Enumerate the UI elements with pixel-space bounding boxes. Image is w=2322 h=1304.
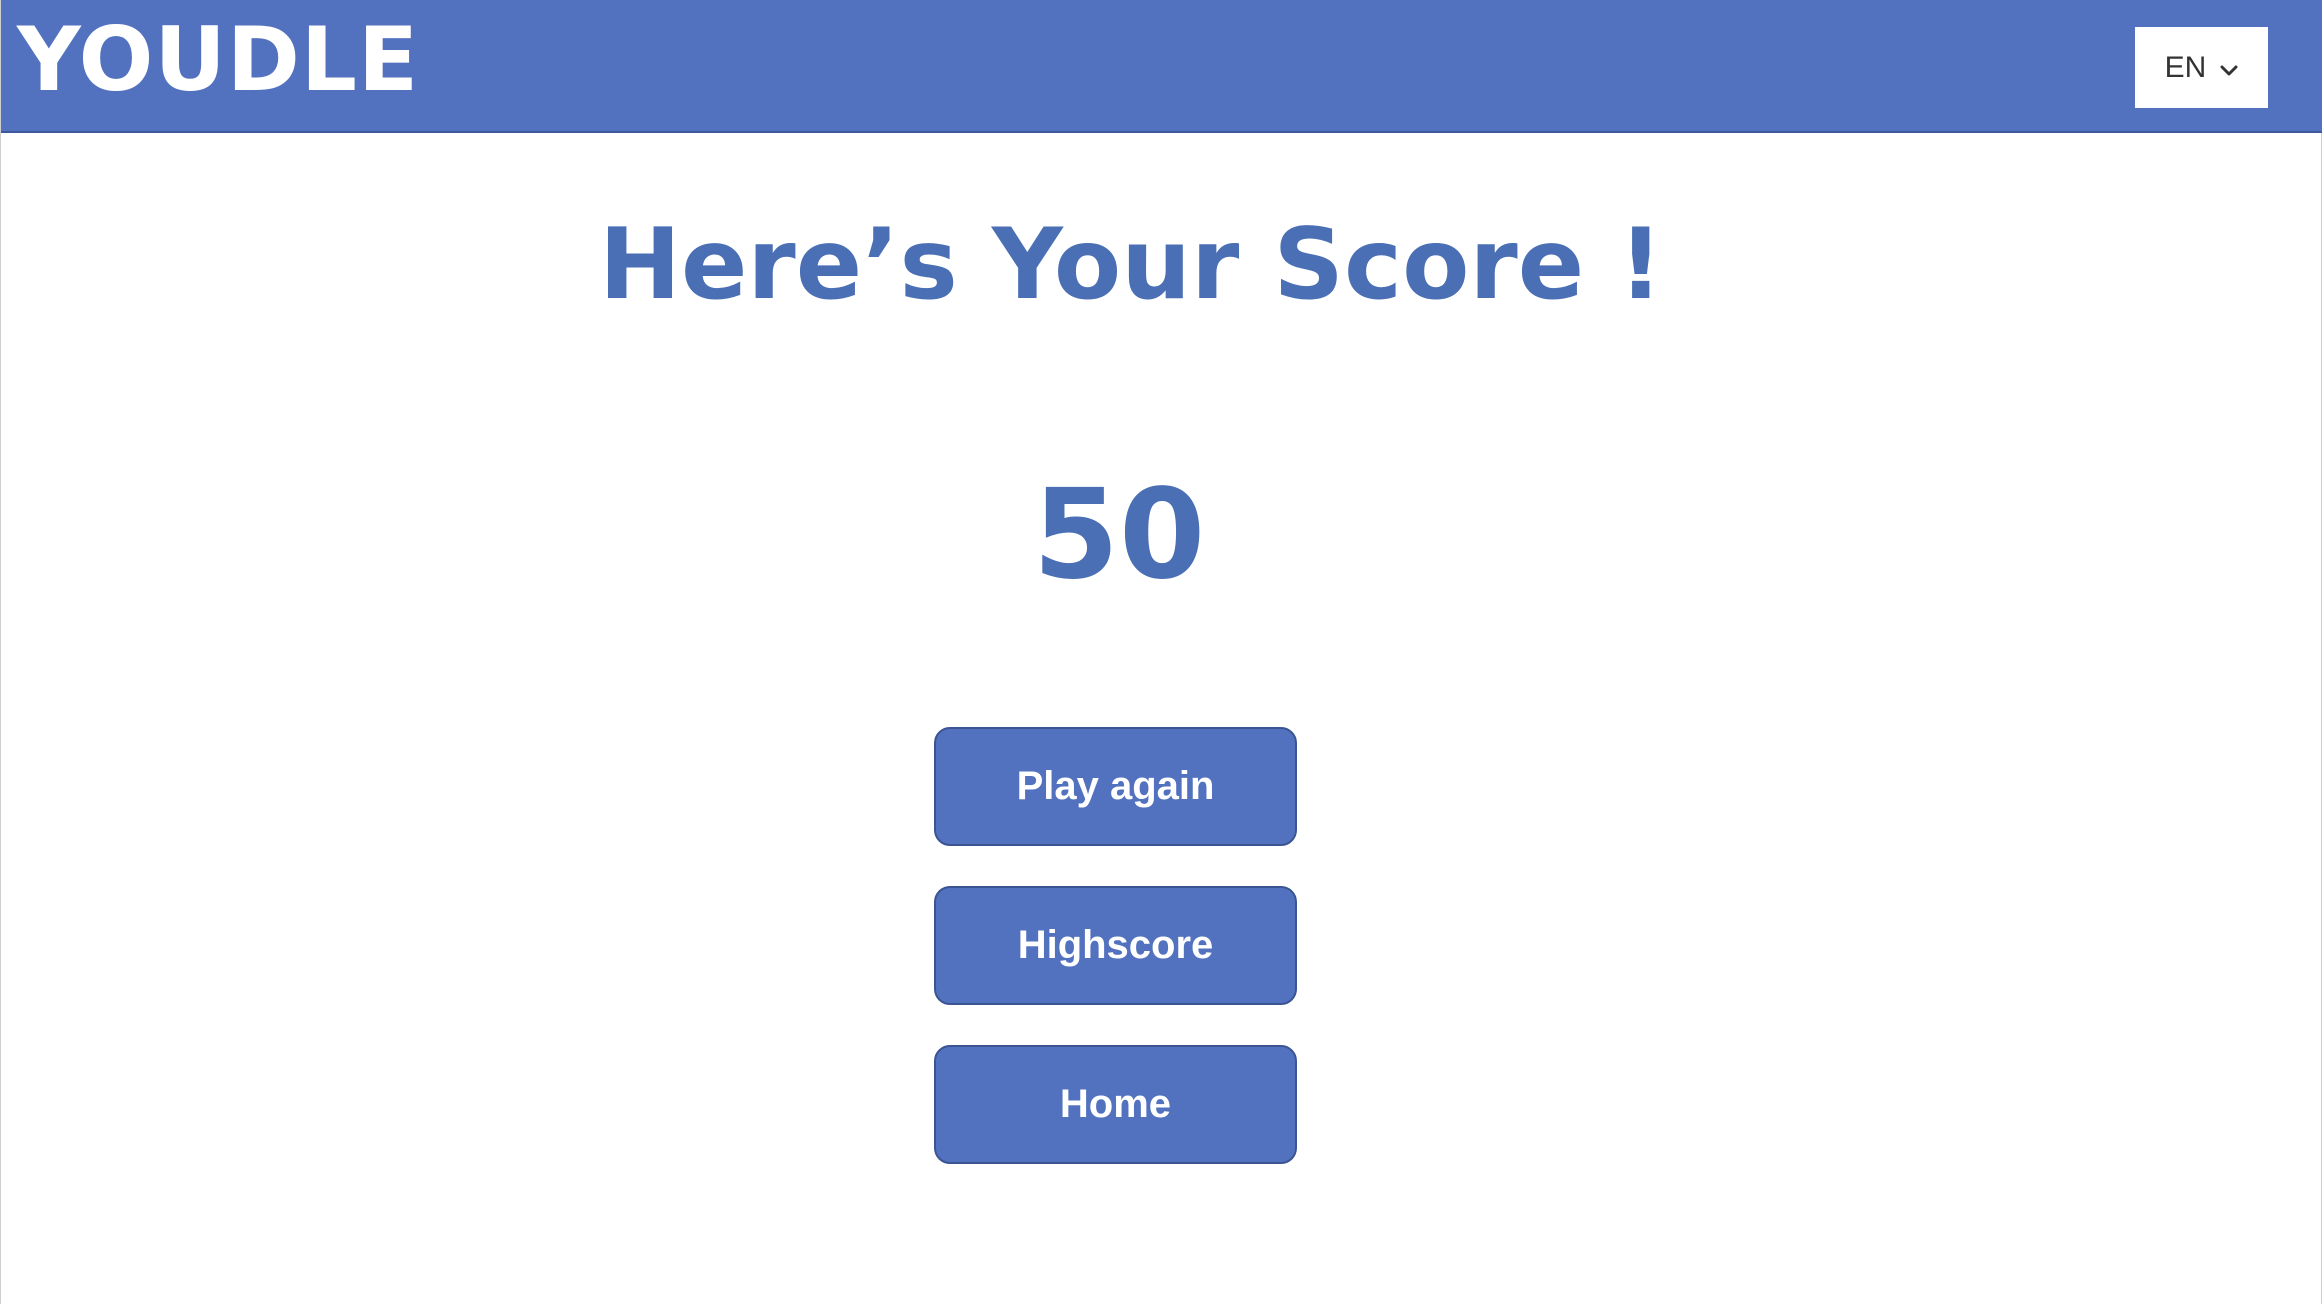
score-value: 50 xyxy=(1032,463,1206,607)
highscore-button[interactable]: Highscore xyxy=(934,886,1297,1005)
home-button[interactable]: Home xyxy=(934,1045,1297,1164)
app-logo[interactable]: YOUDLE xyxy=(17,10,419,110)
chevron-down-icon xyxy=(2220,62,2238,75)
top-bar: YOUDLE EN xyxy=(1,0,2322,133)
score-page: YOUDLE EN Here’s Your Score ! 50 Play ag… xyxy=(0,0,2322,1304)
play-again-button[interactable]: Play again xyxy=(934,727,1297,846)
page-title: Here’s Your Score ! xyxy=(598,208,1664,322)
language-select[interactable]: EN xyxy=(2135,27,2268,108)
language-selected-value: EN xyxy=(2164,50,2207,84)
